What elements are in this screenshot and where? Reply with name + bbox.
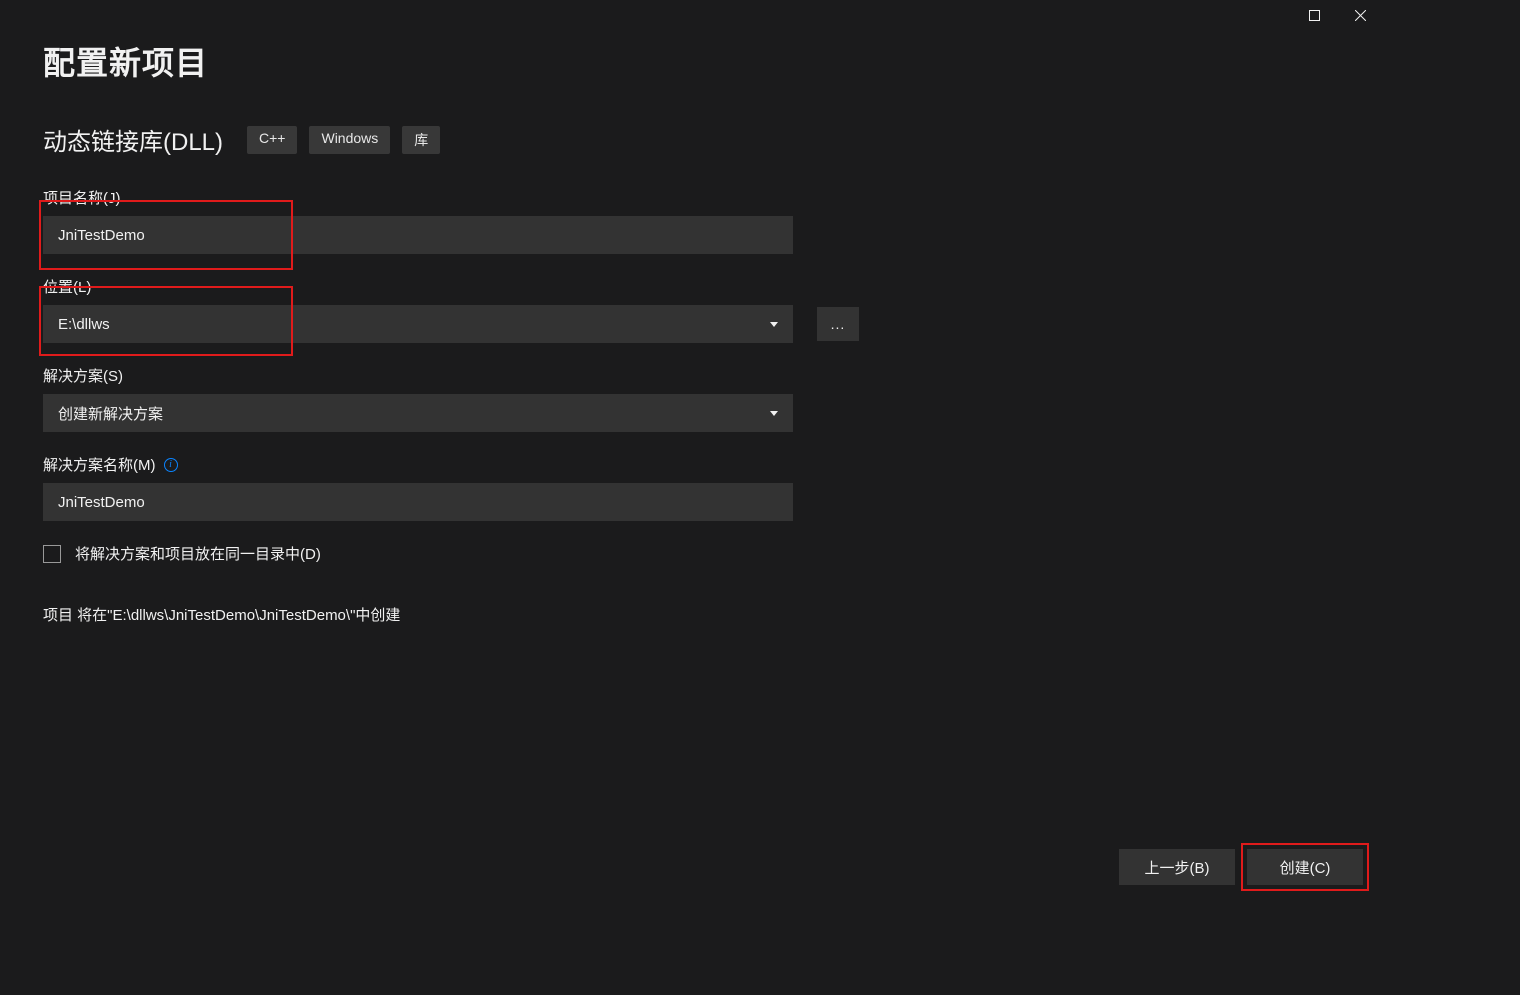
maximize-button[interactable] <box>1291 0 1337 30</box>
back-button[interactable]: 上一步(B) <box>1119 849 1235 885</box>
solution-label: 解决方案(S) <box>43 365 1043 386</box>
creation-path-hint: 项目 将在"E:\dllws\JniTestDemo\JniTestDemo\"… <box>43 604 1043 625</box>
solution-name-input[interactable] <box>43 483 793 521</box>
location-select[interactable]: E:\dllws <box>43 305 793 343</box>
location-label: 位置(L) <box>43 276 1043 297</box>
same-directory-checkbox[interactable] <box>43 545 61 563</box>
template-header: 动态链接库(DLL) C++ Windows 库 <box>43 122 1043 157</box>
create-button[interactable]: 创建(C) <box>1247 849 1363 885</box>
titlebar-controls <box>1291 0 1383 30</box>
browse-button[interactable]: ... <box>817 307 859 341</box>
dialog-window: 配置新项目 动态链接库(DLL) C++ Windows 库 项目名称(J) 位… <box>15 0 1383 905</box>
template-tags: C++ Windows 库 <box>247 126 440 154</box>
tag-cpp: C++ <box>247 126 297 154</box>
same-directory-label: 将解决方案和项目放在同一目录中(D) <box>75 543 321 564</box>
tag-library: 库 <box>402 126 440 154</box>
project-name-label: 项目名称(J) <box>43 187 1043 208</box>
footer-buttons: 上一步(B) 创建(C) <box>1119 849 1363 885</box>
close-button[interactable] <box>1337 0 1383 30</box>
project-name-input[interactable] <box>43 216 793 254</box>
location-value: E:\dllws <box>58 316 110 333</box>
same-directory-row: 将解决方案和项目放在同一目录中(D) <box>43 543 1043 564</box>
solution-name-label: 解决方案名称(M) i <box>43 454 1043 475</box>
template-name: 动态链接库(DLL) <box>43 122 223 157</box>
chevron-down-icon <box>770 411 778 416</box>
page-title: 配置新项目 <box>43 38 1043 84</box>
content-area: 配置新项目 动态链接库(DLL) C++ Windows 库 项目名称(J) 位… <box>43 38 1043 625</box>
tag-windows: Windows <box>309 126 390 154</box>
project-name-field: 项目名称(J) <box>43 187 1043 254</box>
solution-field: 解决方案(S) 创建新解决方案 <box>43 365 1043 432</box>
location-field: 位置(L) E:\dllws ... <box>43 276 1043 343</box>
chevron-down-icon <box>770 322 778 327</box>
solution-name-field: 解决方案名称(M) i <box>43 454 1043 521</box>
solution-select[interactable]: 创建新解决方案 <box>43 394 793 432</box>
solution-value: 创建新解决方案 <box>58 403 163 424</box>
info-icon[interactable]: i <box>164 458 178 472</box>
